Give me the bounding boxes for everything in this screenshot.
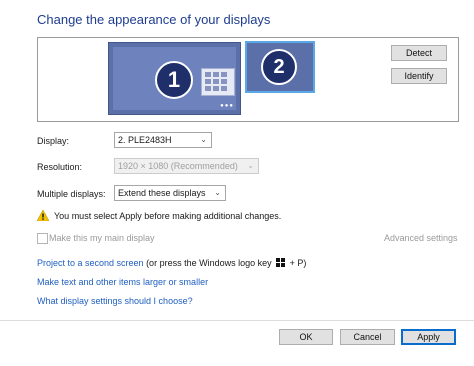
resolution-select[interactable]: 1920 × 1080 (Recommended) ⌄ — [114, 158, 259, 174]
start-grid-icon — [201, 68, 235, 96]
monitor-1[interactable]: 1 ●●● — [108, 42, 241, 115]
page-title: Change the appearance of your displays — [37, 12, 271, 27]
monitor-2[interactable]: 2 — [245, 41, 315, 93]
project-hint-post: + P) — [287, 258, 307, 268]
resolution-label: Resolution: — [37, 162, 83, 172]
main-display-checkbox[interactable] — [37, 233, 48, 244]
ok-button[interactable]: OK — [279, 329, 333, 345]
display-select-value: 2. PLE2483H — [118, 135, 172, 145]
footer-divider — [0, 320, 474, 321]
project-line: Project to a second screen (or press the… — [37, 258, 306, 268]
project-second-screen-link[interactable]: Project to a second screen — [37, 258, 144, 268]
identify-button[interactable]: Identify — [391, 68, 447, 84]
display-label: Display: — [37, 136, 70, 146]
detect-button[interactable]: Detect — [391, 45, 447, 61]
monitor-1-number: 1 — [155, 61, 193, 99]
apply-warning-text: You must select Apply before making addi… — [54, 211, 282, 221]
multiple-displays-label: Multiple displays: — [37, 189, 106, 199]
display-select[interactable]: 2. PLE2483H ⌄ — [114, 132, 212, 148]
ellipsis-icon: ●●● — [220, 103, 234, 109]
display-preview-area: 1 ●●● 2 Detect Identify — [37, 37, 459, 122]
project-hint-pre: (or press the Windows logo key — [143, 258, 275, 268]
multiple-displays-select-value: Extend these displays — [118, 188, 206, 198]
display-settings-help-link[interactable]: What display settings should I choose? — [37, 296, 193, 306]
windows-logo-icon — [276, 258, 286, 267]
monitor-2-number: 2 — [261, 49, 297, 85]
cancel-button[interactable]: Cancel — [340, 329, 395, 345]
apply-button[interactable]: Apply — [401, 329, 456, 345]
chevron-down-icon: ⌄ — [247, 161, 254, 170]
advanced-settings-link[interactable]: Advanced settings — [384, 233, 458, 243]
text-size-link[interactable]: Make text and other items larger or smal… — [37, 277, 208, 287]
chevron-down-icon: ⌄ — [200, 135, 207, 144]
chevron-down-icon: ⌄ — [214, 188, 221, 197]
warning-icon — [37, 210, 49, 221]
resolution-select-value: 1920 × 1080 (Recommended) — [118, 161, 238, 171]
main-display-label: Make this my main display — [49, 233, 155, 243]
multiple-displays-select[interactable]: Extend these displays ⌄ — [114, 185, 226, 201]
